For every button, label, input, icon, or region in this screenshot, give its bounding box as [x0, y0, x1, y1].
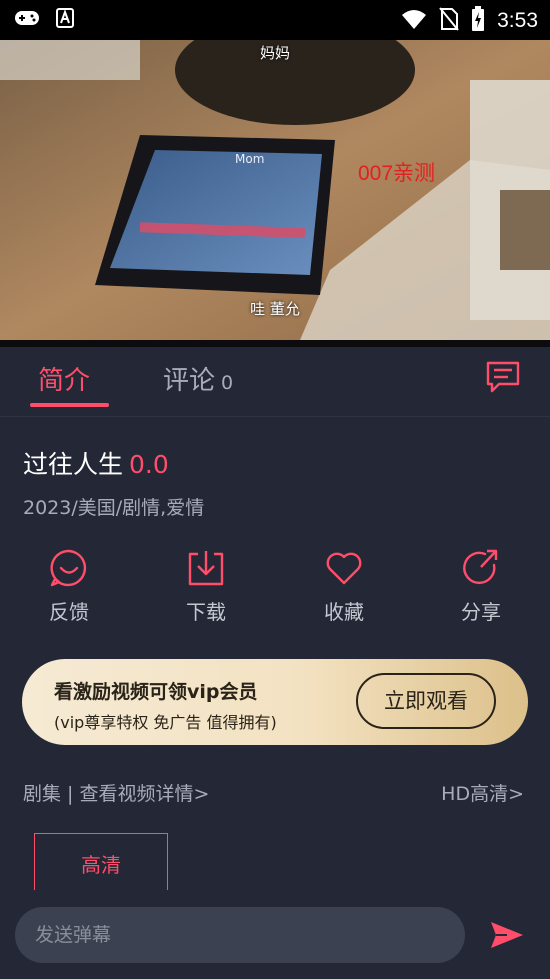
movie-title: 过往人生	[23, 450, 124, 479]
svg-text:Mom: Mom	[235, 152, 264, 166]
subtitle-top: 妈妈	[259, 44, 290, 62]
tab-comments-label: 评论	[163, 366, 216, 396]
battery-charging-icon	[471, 6, 485, 36]
danmaku-input[interactable]	[15, 907, 465, 963]
clock-time: 3:53	[497, 9, 538, 32]
comment-count: 0	[221, 372, 234, 394]
vip-reward-banner[interactable]: 看激励视频可领vip会员 (vip尊享特权 免广告 值得拥有) 立即观看	[22, 659, 528, 745]
feedback-button[interactable]: 反馈	[24, 548, 114, 625]
share-label: 分享	[461, 600, 501, 624]
font-a-icon	[56, 8, 74, 32]
download-icon	[188, 551, 224, 586]
episodes-details-link[interactable]: 剧集 | 查看视频详情>	[23, 779, 209, 806]
wifi-icon	[401, 8, 427, 34]
video-progress-track	[0, 340, 550, 347]
tab-comments[interactable]: 评论 0	[163, 360, 233, 397]
movie-meta: 2023/美国/剧情,爱情	[23, 497, 205, 519]
share-button[interactable]: 分享	[436, 548, 526, 625]
vip-subtitle: (vip尊享特权 免广告 值得拥有)	[54, 713, 277, 732]
subtitle-bottom: 哇 董允	[250, 300, 300, 318]
tab-active-indicator	[30, 403, 109, 407]
no-sim-icon	[439, 7, 459, 35]
heart-icon	[326, 552, 362, 585]
send-icon[interactable]	[489, 920, 525, 950]
movie-score: 0.0	[129, 450, 169, 479]
video-watermark: 007亲测	[358, 162, 436, 185]
tab-intro[interactable]: 简介	[38, 360, 90, 397]
danmaku-list-icon[interactable]	[485, 360, 521, 394]
video-player[interactable]: Mom 妈妈 007亲测 哇 董允	[0, 40, 550, 340]
episode-chip[interactable]: 高清	[34, 833, 168, 890]
detail-tabs: 简介 评论 0	[0, 347, 550, 417]
download-button[interactable]: 下载	[161, 548, 251, 625]
action-row: 反馈 下载 收藏 分享	[0, 548, 550, 628]
download-label: 下载	[186, 600, 226, 624]
quality-selector-link[interactable]: HD高清>	[441, 779, 524, 806]
video-frame-image: Mom	[0, 40, 550, 340]
feedback-label: 反馈	[49, 600, 89, 624]
watch-now-button[interactable]: 立即观看	[356, 673, 496, 729]
feedback-icon	[50, 549, 87, 587]
favorite-button[interactable]: 收藏	[299, 548, 389, 625]
gamepad-icon	[14, 9, 40, 31]
vip-title: 看激励视频可领vip会员	[54, 681, 258, 703]
share-icon	[463, 549, 498, 585]
status-bar: 3:53	[0, 0, 550, 40]
favorite-label: 收藏	[324, 600, 364, 624]
movie-title-row: 过往人生 0.0	[23, 445, 169, 481]
bottom-bar	[0, 890, 550, 979]
